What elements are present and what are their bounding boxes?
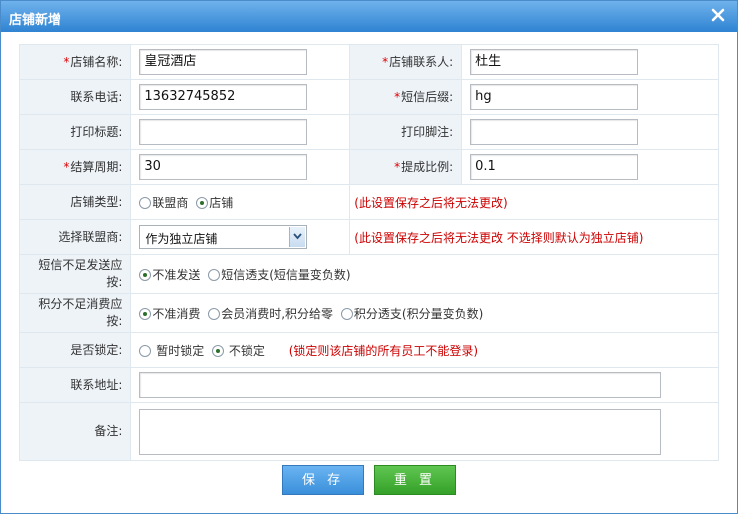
radio-no-consume[interactable]: 不准消费 xyxy=(139,305,200,322)
radio-no-lock[interactable]: 不锁定 xyxy=(212,342,265,359)
radio-selected-icon[interactable] xyxy=(212,344,225,357)
form-row: 联系电话: 13632745852 *短信后缀: hg xyxy=(18,79,719,115)
print-footer-input[interactable] xyxy=(470,119,639,145)
shop-name-label: *店铺名称: xyxy=(18,44,132,80)
alliance-select[interactable]: 作为独立店铺 xyxy=(139,225,308,249)
chevron-down-icon[interactable] xyxy=(289,227,306,247)
radio-icon[interactable] xyxy=(139,344,152,357)
radio-selected-icon[interactable] xyxy=(196,196,209,209)
address-label: 联系地址: xyxy=(18,367,132,403)
shop-name-input[interactable]: 皇冠酒店 xyxy=(139,49,308,75)
radio-icon[interactable] xyxy=(340,307,353,320)
shop-type-note: (此设置保存之后将无法更改) xyxy=(354,195,508,210)
settle-cycle-input[interactable]: 30 xyxy=(139,154,308,180)
shop-type-group: 联盟商 店铺 xyxy=(130,184,351,220)
radio-sms-overdraft[interactable]: 短信透支(短信量变负数) xyxy=(208,266,351,283)
radio-icon[interactable] xyxy=(208,268,221,281)
commission-input[interactable]: 0.1 xyxy=(470,154,639,180)
required-star-icon: * xyxy=(382,54,389,69)
shop-add-dialog: 店铺新增 *店铺名称: 皇冠酒店 *店铺联系人: 杜生 联系电话: 136327… xyxy=(0,0,738,514)
dialog-body: *店铺名称: 皇冠酒店 *店铺联系人: 杜生 联系电话: 13632745852… xyxy=(1,32,737,513)
alliance-select-value: 作为独立店铺 xyxy=(145,232,218,246)
button-bar: 保 存 重 置 xyxy=(1,465,737,495)
locked-group: 暂时锁定 不锁定 (锁定则该店铺的所有员工不能登录) xyxy=(130,332,719,368)
print-footer-label: 打印脚注: xyxy=(349,114,463,150)
dialog-title: 店铺新增 xyxy=(9,13,62,28)
form-row: 积分不足消费应 按: 不准消费 会员消费时,积分给零 积分透支(积分量变负数) xyxy=(18,293,719,333)
alliance-label: 选择联盟商: xyxy=(18,219,132,255)
form-row: *结算周期: 30 *提成比例: 0.1 xyxy=(18,149,719,185)
sms-suffix-input[interactable]: hg xyxy=(470,84,639,110)
shop-type-label: 店铺类型: xyxy=(18,184,132,220)
contact-label: *店铺联系人: xyxy=(349,44,463,80)
close-icon[interactable] xyxy=(709,6,727,24)
sms-suffix-label: *短信后缀: xyxy=(349,79,463,115)
dialog-titlebar: 店铺新增 xyxy=(1,1,737,32)
radio-icon[interactable] xyxy=(139,196,152,209)
radio-no-send[interactable]: 不准发送 xyxy=(139,266,200,283)
alliance-note: (此设置保存之后将无法更改 不选择则默认为独立店铺) xyxy=(354,230,644,245)
radio-alliance[interactable]: 联盟商 xyxy=(139,194,188,211)
address-input[interactable] xyxy=(139,372,662,398)
points-insufficient-label: 积分不足消费应 按: xyxy=(18,293,132,333)
required-star-icon: * xyxy=(63,54,70,69)
radio-points-overdraft[interactable]: 积分透支(积分量变负数) xyxy=(340,305,483,322)
locked-note: (锁定则该店铺的所有员工不能登录) xyxy=(288,343,479,358)
remark-textarea[interactable] xyxy=(139,408,662,455)
phone-input[interactable]: 13632745852 xyxy=(139,84,308,110)
sms-insufficient-label: 短信不足发送应 按: xyxy=(18,254,132,294)
radio-icon[interactable] xyxy=(208,307,221,320)
form-row: 店铺类型: 联盟商 店铺 (此设置保存之后将无法更改) xyxy=(18,184,719,220)
radio-selected-icon[interactable] xyxy=(139,268,152,281)
save-button[interactable]: 保 存 xyxy=(282,465,365,495)
points-insufficient-group: 不准消费 会员消费时,积分给零 积分透支(积分量变负数) xyxy=(130,293,719,333)
sms-insufficient-group: 不准发送 短信透支(短信量变负数) xyxy=(130,254,719,294)
form-row: *店铺名称: 皇冠酒店 *店铺联系人: 杜生 xyxy=(18,44,719,80)
form-row: 联系地址: xyxy=(18,367,719,403)
required-star-icon: * xyxy=(394,159,401,174)
print-title-label: 打印标题: xyxy=(18,114,132,150)
contact-input[interactable]: 杜生 xyxy=(470,49,639,75)
shop-form: *店铺名称: 皇冠酒店 *店铺联系人: 杜生 联系电话: 13632745852… xyxy=(18,44,719,461)
form-row: 是否锁定: 暂时锁定 不锁定 (锁定则该店铺的所有员工不能登录) xyxy=(18,332,719,368)
reset-button[interactable]: 重 置 xyxy=(373,465,456,495)
form-row: 备注: xyxy=(18,402,719,461)
phone-label: 联系电话: xyxy=(18,79,132,115)
form-row: 选择联盟商: 作为独立店铺 (此设置保存之后将无法更改 不选择则默认为独立店铺) xyxy=(18,219,719,255)
locked-label: 是否锁定: xyxy=(18,332,132,368)
remark-label: 备注: xyxy=(18,402,132,461)
radio-shop[interactable]: 店铺 xyxy=(196,194,233,211)
radio-selected-icon[interactable] xyxy=(139,307,152,320)
print-title-input[interactable] xyxy=(139,119,308,145)
required-star-icon: * xyxy=(63,159,70,174)
form-row: 短信不足发送应 按: 不准发送 短信透支(短信量变负数) xyxy=(18,254,719,294)
commission-label: *提成比例: xyxy=(349,149,463,185)
required-star-icon: * xyxy=(394,89,401,104)
form-row: 打印标题: 打印脚注: xyxy=(18,114,719,150)
settle-cycle-label: *结算周期: xyxy=(18,149,132,185)
radio-lock-temp[interactable]: 暂时锁定 xyxy=(139,342,204,359)
radio-points-zero[interactable]: 会员消费时,积分给零 xyxy=(208,305,333,322)
